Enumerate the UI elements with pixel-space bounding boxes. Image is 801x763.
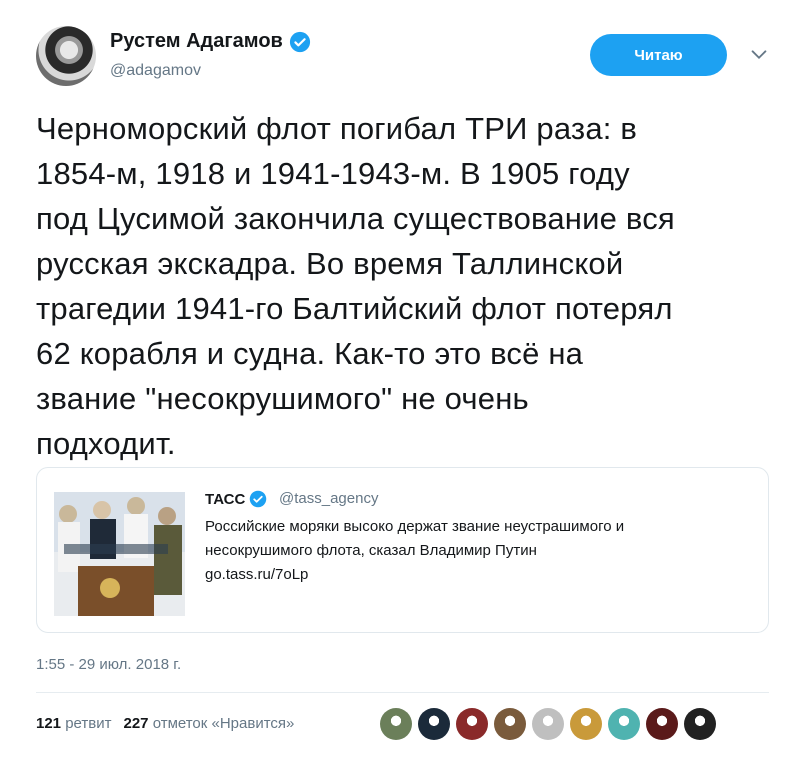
liker-avatar[interactable] [684,708,716,740]
quoted-text-line: Российские моряки высоко держат звание н… [205,518,625,535]
quoted-tweet-text: Российские моряки высоко держат звание н… [205,515,765,587]
liker-avatars [380,708,716,740]
quoted-author-handle[interactable]: @tass_agency [279,490,378,507]
verified-badge-icon [250,490,267,508]
likes-stat[interactable]: 227 отметок «Нравится» [123,715,294,732]
likes-label: отметок «Нравится» [152,715,295,732]
liker-avatar[interactable] [570,708,602,740]
quoted-author-name[interactable]: ТАСС [205,491,245,508]
liker-avatar[interactable] [380,708,412,740]
quoted-tweet-image [54,492,185,616]
divider [36,692,769,693]
author-name-row[interactable]: Рустем Адагамов [110,30,311,53]
tweet-timestamp[interactable]: 1:55 - 29 июл. 2018 г. [36,656,181,673]
liker-avatar[interactable] [646,708,678,740]
chevron-down-icon[interactable] [748,44,770,66]
engagement-stats: 121 ретвит 227 отметок «Нравится» [36,715,294,732]
liker-avatar[interactable] [456,708,488,740]
verified-badge-icon [289,31,310,52]
author-avatar[interactable] [36,26,96,86]
retweets-stat[interactable]: 121 ретвит [36,715,111,732]
quoted-text-line: несокрушимого флота, сказал Владимир Пут… [205,542,537,559]
quoted-tweet-card[interactable]: ТАСС @tass_agency Российские моряки высо… [36,467,769,633]
likes-count: 227 [123,715,149,732]
retweets-label: ретвит [65,715,112,732]
quoted-author-row[interactable]: ТАСС [205,490,267,508]
liker-avatar[interactable] [418,708,450,740]
quoted-tweet-photo [54,492,185,616]
author-handle[interactable]: @adagamov [110,62,201,80]
quoted-link[interactable]: go.tass.ru/7oLp [205,563,765,587]
liker-avatar[interactable] [494,708,526,740]
retweets-count: 121 [36,715,62,732]
follow-button[interactable]: Читаю [590,34,727,76]
liker-avatar[interactable] [608,708,640,740]
liker-avatar[interactable] [532,708,564,740]
author-name[interactable]: Рустем Адагамов [110,30,283,53]
tweet-text: Черноморский флот погибал ТРИ раза: в 18… [36,111,675,461]
